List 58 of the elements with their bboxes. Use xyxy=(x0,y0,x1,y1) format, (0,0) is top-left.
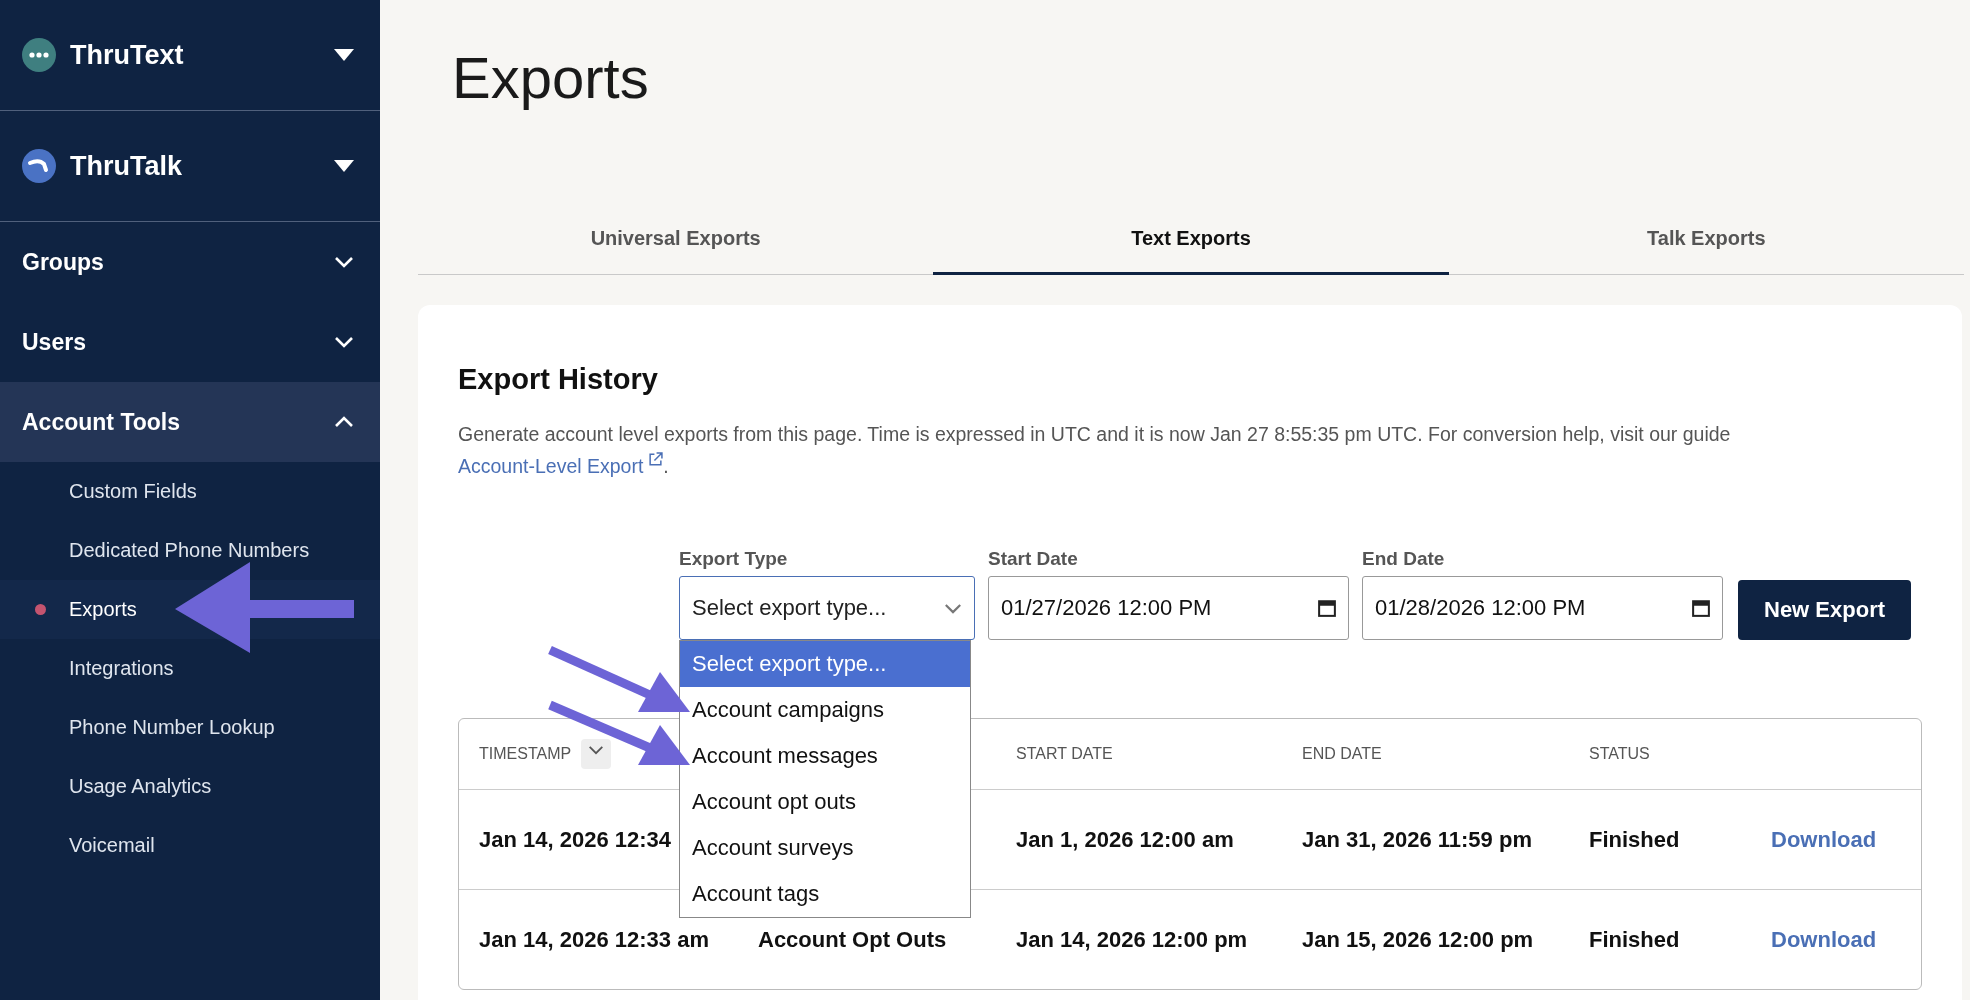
table-cell: Finished xyxy=(1589,826,1680,853)
nav-item[interactable]: Phone Number Lookup xyxy=(0,698,380,757)
card-title: Export History xyxy=(458,363,659,396)
date-field[interactable]: 01/28/2026 12:00 PM xyxy=(1362,576,1723,640)
nav-item[interactable]: Custom Fields xyxy=(0,462,380,521)
table-cell: Jan 14, 2026 12:00 pm xyxy=(1016,926,1248,953)
dropdown-option[interactable]: Account tags xyxy=(680,871,970,917)
table-cell: Jan 31, 2026 11:59 pm xyxy=(1302,826,1532,853)
table-cell: Account Opt Outs xyxy=(758,926,947,953)
product-switcher[interactable]: ThruText xyxy=(0,0,380,111)
nav-section[interactable]: Account Tools xyxy=(0,382,380,462)
table-cell: Jan 14, 2026 12:34 xyxy=(479,826,672,853)
column-header: STATUS xyxy=(1589,745,1650,763)
nav-item[interactable]: Integrations xyxy=(0,639,380,698)
field-label: Export Type xyxy=(679,548,789,570)
guide-link[interactable]: Account-Level Export xyxy=(458,455,664,477)
chevron-down-icon xyxy=(587,745,606,756)
calendar-icon xyxy=(1692,599,1710,617)
column-header: START DATE xyxy=(1016,745,1113,763)
tab[interactable]: Talk Exports xyxy=(1448,205,1964,275)
tab[interactable]: Universal Exports xyxy=(418,205,934,275)
nav-item[interactable]: Usage Analytics xyxy=(0,757,380,816)
chevron-down-icon xyxy=(944,602,962,614)
table-cell: Finished xyxy=(1589,926,1680,953)
caret-icon xyxy=(334,160,354,172)
chevron-up-icon xyxy=(334,416,354,428)
chevron-down-icon xyxy=(334,336,354,348)
field-label: Start Date xyxy=(988,548,1079,570)
table-cell: Jan 14, 2026 12:33 am xyxy=(479,926,709,953)
column-header: TIMESTAMP xyxy=(479,745,572,763)
dropdown-option[interactable]: Account campaigns xyxy=(680,687,970,733)
tab[interactable]: Text Exports xyxy=(933,205,1449,275)
product-switcher[interactable]: ThruTalk xyxy=(0,111,380,222)
caret-icon xyxy=(334,49,354,61)
description: Generate account level exports from this page. Time is expressed in UTC and it is now Jan 27 8:55:35 pm UTC. For conversion help, visit our guide Account-Level Export . xyxy=(458,422,1732,479)
sort-button[interactable] xyxy=(581,739,612,769)
nav-section[interactable]: Groups xyxy=(0,222,380,302)
download-link[interactable]: Download xyxy=(1771,926,1877,953)
field-label: End Date xyxy=(1362,548,1446,570)
table-cell: Jan 1, 2026 12:00 am xyxy=(1016,826,1234,853)
dropdown-option[interactable]: Select export type... xyxy=(680,641,970,687)
calendar-icon xyxy=(1318,599,1336,617)
column-header: END DATE xyxy=(1302,745,1382,763)
dropdown-option[interactable]: Account messages xyxy=(680,733,970,779)
export-type-select[interactable]: Select export type... xyxy=(679,576,975,640)
nav-item[interactable]: Dedicated Phone Numbers xyxy=(0,521,380,580)
nav-item[interactable]: Voicemail xyxy=(0,816,380,875)
nav-section[interactable]: Users xyxy=(0,302,380,382)
external-link-icon xyxy=(648,452,664,467)
dropdown-option[interactable]: Account opt outs xyxy=(680,779,970,825)
chevron-down-icon xyxy=(334,256,354,268)
page-title: Exports xyxy=(452,44,650,111)
active-dot xyxy=(35,604,46,615)
table-cell: Jan 15, 2026 12:00 pm xyxy=(1302,926,1534,953)
download-link[interactable]: Download xyxy=(1771,826,1877,853)
date-field[interactable]: 01/27/2026 12:00 PM xyxy=(988,576,1349,640)
new-export-button[interactable]: New Export xyxy=(1738,580,1912,640)
dropdown-option[interactable]: Account surveys xyxy=(680,825,970,871)
